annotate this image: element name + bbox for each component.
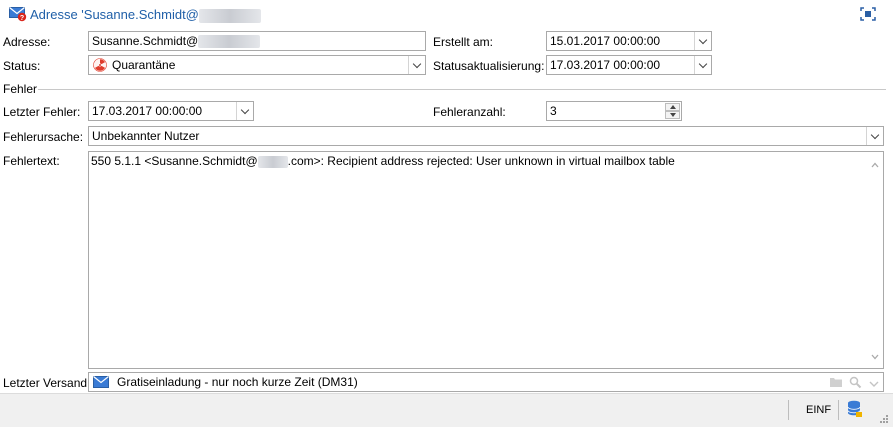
- status-separator: [788, 400, 789, 420]
- database-icon[interactable]: [847, 400, 863, 421]
- resize-grip-icon[interactable]: [879, 413, 889, 427]
- envelope-error-icon: ?: [9, 6, 27, 22]
- chevron-down-icon[interactable]: [866, 127, 883, 145]
- status-update-value: 17.03.2017 00:00:00: [550, 58, 661, 72]
- created-label: Erstellt am:: [433, 35, 494, 49]
- error-text-area[interactable]: 550 5.1.1 <Susanne.Schmidt@ .com>: Recipi…: [88, 151, 884, 369]
- status-select[interactable]: Quarantäne: [88, 55, 426, 75]
- scroll-up-icon[interactable]: [871, 157, 879, 171]
- chevron-down-icon[interactable]: [694, 32, 711, 50]
- last-send-link-field[interactable]: Gratiseinladung - nur noch kurze Zeit (D…: [88, 372, 884, 392]
- address-label: Adresse:: [3, 35, 51, 49]
- error-count-stepper[interactable]: 3: [546, 101, 682, 121]
- group-divider: [38, 89, 886, 90]
- last-send-label: Letzter Versand:: [3, 376, 91, 390]
- address-value: Susanne.Schmidt@: [92, 34, 199, 48]
- error-count-label: Fehleranzahl:: [433, 105, 506, 119]
- last-error-value: 17.03.2017 00:00:00: [92, 104, 203, 118]
- spin-down-icon[interactable]: [665, 111, 680, 119]
- scroll-down-icon[interactable]: [871, 349, 879, 363]
- title-bar: ? Adresse 'Susanne.Schmidt@: [0, 0, 893, 28]
- window-title: Adresse 'Susanne.Schmidt@: [30, 7, 261, 23]
- status-update-date-picker[interactable]: 17.03.2017 00:00:00: [546, 55, 712, 75]
- chevron-down-icon[interactable]: [694, 56, 711, 74]
- last-error-label: Letzter Fehler:: [3, 105, 81, 119]
- error-text-label: Fehlertext:: [3, 154, 60, 168]
- last-send-value: Gratiseinladung - nur noch kurze Zeit (D…: [117, 375, 358, 389]
- status-label: Status:: [3, 59, 41, 73]
- folder-icon[interactable]: [829, 376, 843, 391]
- status-separator: [838, 400, 839, 420]
- cause-select[interactable]: Unbekannter Nutzer: [88, 126, 884, 146]
- created-date-picker[interactable]: 15.01.2017 00:00:00: [546, 31, 712, 51]
- chevron-down-icon[interactable]: [236, 102, 253, 120]
- vertical-scrollbar[interactable]: [866, 152, 883, 368]
- radiation-icon: [93, 58, 107, 72]
- error-text-content: 550 5.1.1 <Susanne.Schmidt@ .com>: Recipi…: [91, 154, 675, 168]
- errors-group-label: Fehler: [3, 82, 38, 96]
- created-value: 15.01.2017 00:00:00: [550, 34, 661, 48]
- envelope-icon: [93, 376, 109, 388]
- spin-up-icon[interactable]: [665, 103, 680, 111]
- window-title-text: Adresse 'Susanne.Schmidt@: [30, 7, 199, 22]
- address-field[interactable]: Susanne.Schmidt@: [88, 31, 426, 51]
- error-text-before: 550 5.1.1 <Susanne.Schmidt@: [91, 154, 258, 168]
- last-error-date-picker[interactable]: 17.03.2017 00:00:00: [88, 101, 254, 121]
- cause-value: Unbekannter Nutzer: [92, 129, 200, 143]
- redacted-domain: [198, 8, 261, 23]
- search-icon[interactable]: [849, 376, 862, 391]
- redacted-domain: [257, 155, 288, 168]
- error-text-after: .com>: Recipient address rejected: User …: [287, 154, 675, 168]
- cause-label: Fehlerursache:: [3, 130, 84, 144]
- chevron-down-icon[interactable]: [408, 56, 425, 74]
- error-count-value: 3: [550, 104, 557, 118]
- status-bar: EINF: [0, 393, 893, 427]
- redacted-domain: [198, 35, 261, 49]
- status-update-label: Statusaktualisierung:: [433, 59, 545, 73]
- svg-text:?: ?: [20, 15, 24, 22]
- chevron-down-icon[interactable]: [869, 377, 879, 391]
- status-value: Quarantäne: [112, 58, 176, 72]
- maximize-icon[interactable]: [860, 7, 876, 21]
- input-mode-indicator: EINF: [806, 404, 832, 416]
